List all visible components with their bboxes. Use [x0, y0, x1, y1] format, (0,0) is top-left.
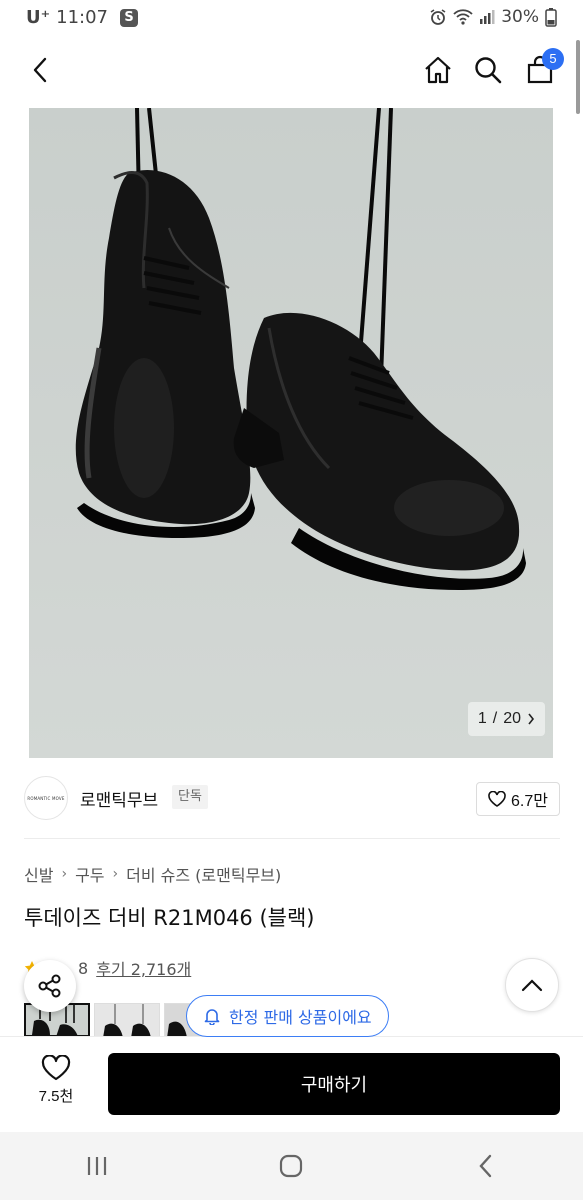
chevron-up-icon [521, 979, 543, 992]
cart-count-badge: 5 [542, 48, 564, 70]
system-navigation-bar [0, 1132, 583, 1200]
back-button[interactable] [20, 50, 60, 90]
app-notification-icon: S [120, 8, 138, 27]
alarm-icon [430, 9, 446, 25]
share-button[interactable] [24, 960, 76, 1012]
search-button[interactable] [468, 50, 508, 90]
breadcrumb-item-shoes[interactable]: 신발 [24, 862, 53, 886]
battery-icon [545, 8, 557, 27]
brand-like-button[interactable]: 6.7만 [476, 782, 560, 816]
battery-percent: 30% [501, 7, 539, 27]
signal-icon [480, 10, 495, 24]
brand-like-count: 6.7만 [511, 793, 548, 810]
wishlist-button[interactable]: 7.5천 [28, 1055, 84, 1117]
brand-name[interactable]: 로맨틱무브 [80, 786, 158, 811]
breadcrumb-item-dress-shoes[interactable]: 구두 [75, 862, 104, 886]
chevron-right-icon [528, 713, 535, 725]
back-arrow-icon [479, 1154, 492, 1178]
clock: 11:07 [56, 7, 108, 28]
section-divider [24, 838, 560, 839]
image-separator: / [492, 710, 498, 727]
brand-row: ROMANTIC MOVE 로맨틱무브 단독 6.7만 [24, 776, 560, 822]
wishlist-count: 7.5천 [38, 1088, 74, 1105]
image-counter[interactable]: 1 / 20 [467, 702, 545, 736]
system-back-button[interactable] [456, 1136, 516, 1196]
status-right: 30% [429, 7, 557, 27]
product-image-gallery[interactable]: 1 / 20 [29, 108, 553, 758]
chevron-left-icon [33, 57, 47, 83]
exclusive-badge: 단독 [172, 785, 208, 809]
limited-sale-notice[interactable]: 한정 판매 상품이에요 [186, 995, 389, 1037]
heart-icon [41, 1055, 71, 1081]
thumbnail-item[interactable] [94, 1003, 160, 1037]
bell-icon [204, 1009, 220, 1025]
breadcrumb: 신발 › 구두 › 더비 슈즈 (로맨틱무브) [24, 862, 281, 886]
home-button[interactable] [418, 50, 458, 90]
recent-apps-button[interactable] [67, 1136, 127, 1196]
app-header: 5 [0, 36, 583, 108]
limited-sale-text: 한정 판매 상품이에요 [229, 1008, 372, 1027]
status-left: U⁺ 11:07 S [26, 7, 138, 28]
heart-icon [488, 791, 506, 807]
image-index: 1 [477, 710, 487, 727]
review-count-link[interactable]: 후기 2,716개 [96, 956, 191, 980]
system-home-button[interactable] [261, 1136, 321, 1196]
product-title: 투데이즈 더비 R21M046 (블랙) [24, 906, 315, 930]
status-bar: U⁺ 11:07 S 30% [0, 0, 583, 36]
purchase-bar: 7.5천 구매하기 [0, 1036, 583, 1132]
chevron-right-icon: › [112, 866, 119, 882]
product-photo-derby-shoes [75, 108, 526, 590]
scrollbar-thumb[interactable] [576, 40, 580, 114]
brand-logo-text: ROMANTIC MOVE [27, 795, 65, 801]
wifi-icon [453, 9, 473, 25]
image-total: 20 [503, 710, 521, 727]
home-circle-icon [280, 1154, 303, 1178]
cart-button[interactable]: 5 [520, 48, 564, 90]
brand-logo[interactable]: ROMANTIC MOVE [24, 776, 68, 820]
buy-button[interactable]: 구매하기 [108, 1053, 560, 1115]
carrier-label: U⁺ [26, 7, 51, 28]
chevron-right-icon: › [61, 866, 68, 882]
recent-apps-icon [88, 1157, 107, 1175]
home-icon [425, 56, 451, 84]
search-icon [475, 57, 502, 84]
share-icon [38, 974, 61, 998]
scroll-to-top-button[interactable] [505, 958, 559, 1012]
thumbnail-shoe-image [95, 1004, 159, 1036]
rating-value: 8 [78, 958, 89, 978]
breadcrumb-item-derby[interactable]: 더비 슈즈 (로맨틱무브) [126, 862, 281, 886]
